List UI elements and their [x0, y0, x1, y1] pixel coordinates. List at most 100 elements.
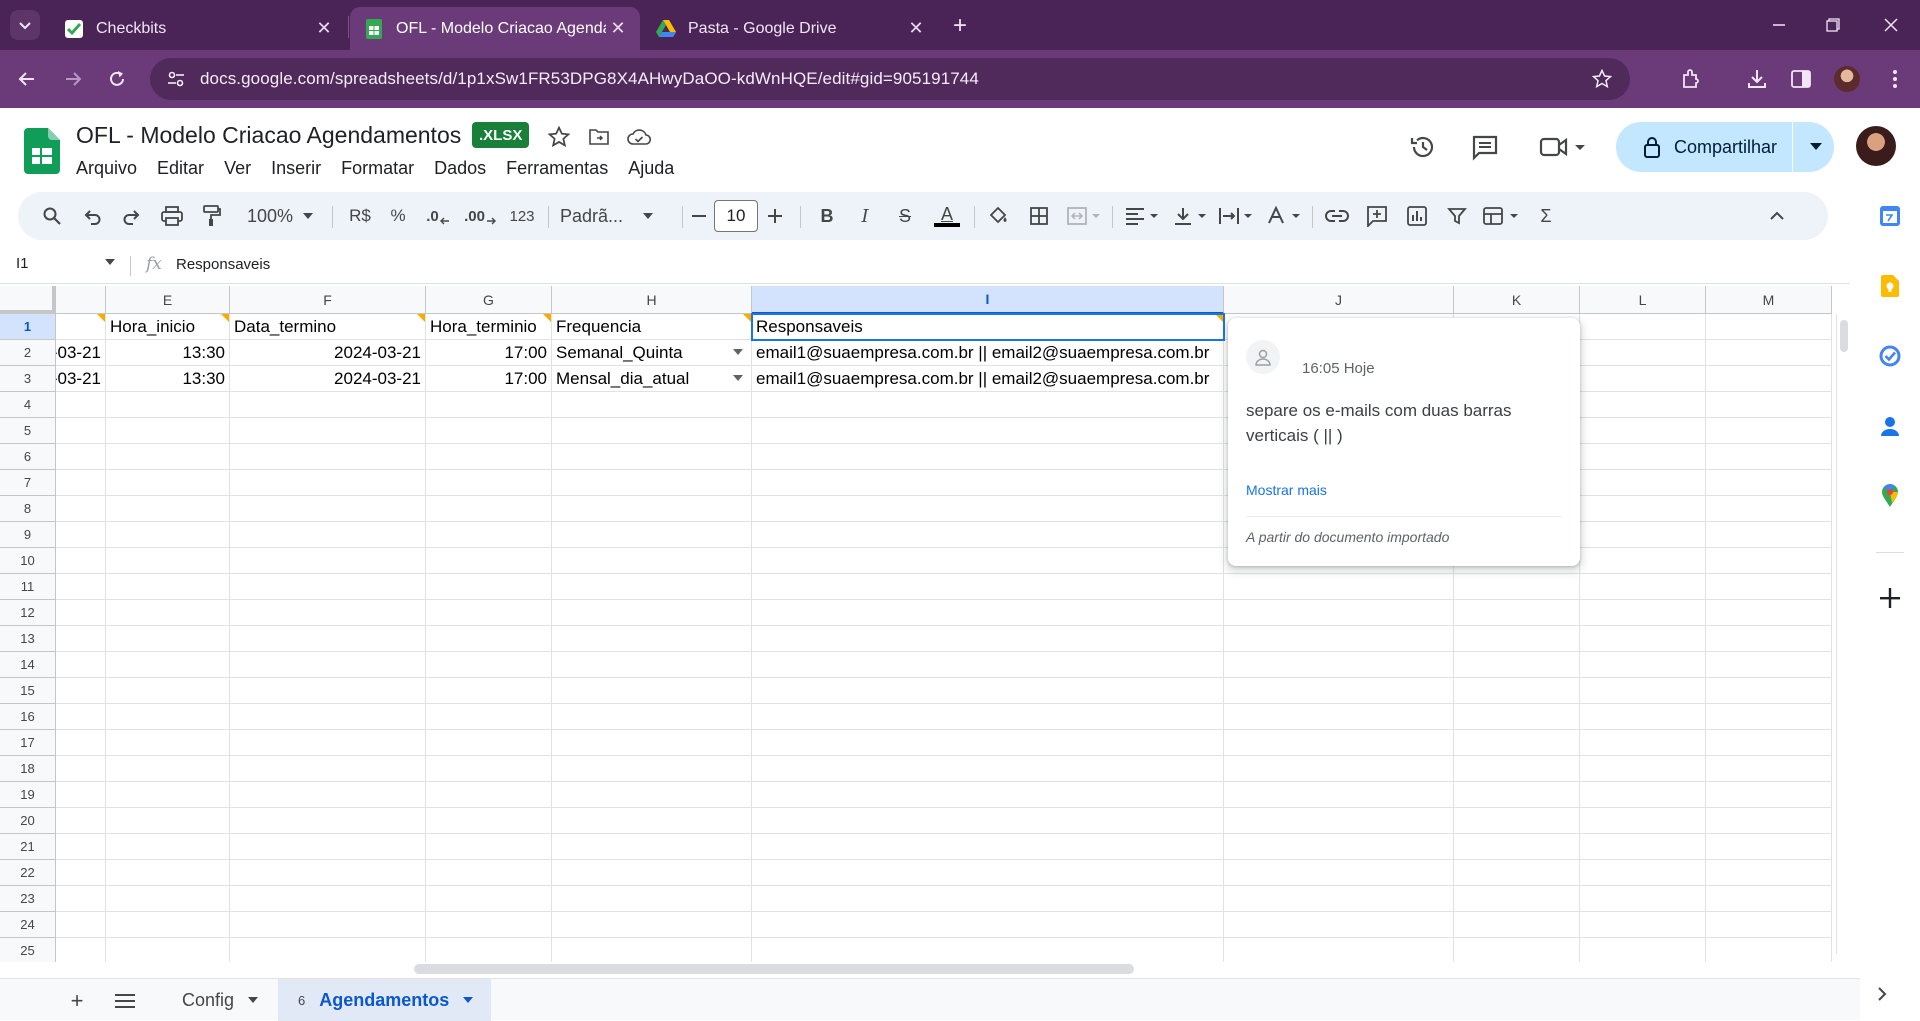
cell[interactable]: email1@suaempresa.com.br || email2@suaem…	[752, 340, 1224, 366]
cell[interactable]	[426, 600, 552, 626]
cell[interactable]	[56, 574, 106, 600]
cell[interactable]	[1454, 704, 1580, 730]
side-panel-icon[interactable]	[1786, 64, 1816, 94]
cell[interactable]	[752, 860, 1224, 886]
row-header-16[interactable]: 16	[0, 704, 56, 730]
cell[interactable]	[752, 808, 1224, 834]
cell[interactable]	[106, 782, 230, 808]
cell[interactable]	[1706, 782, 1832, 808]
redo-icon[interactable]	[118, 200, 146, 232]
column-header-m[interactable]: M	[1706, 286, 1832, 314]
cell[interactable]	[106, 678, 230, 704]
cell[interactable]	[1706, 834, 1832, 860]
show-more-link[interactable]: Mostrar mais	[1246, 482, 1327, 498]
cell[interactable]	[230, 834, 426, 860]
cell[interactable]	[552, 938, 752, 962]
cell[interactable]	[230, 756, 426, 782]
cell[interactable]	[752, 626, 1224, 652]
cell[interactable]	[56, 938, 106, 962]
row-header-10[interactable]: 10	[0, 548, 56, 574]
undo-icon[interactable]	[78, 200, 106, 232]
cell[interactable]	[230, 496, 426, 522]
functions-button[interactable]: Σ	[1532, 200, 1560, 232]
cell[interactable]	[1454, 756, 1580, 782]
cell[interactable]	[752, 652, 1224, 678]
cell[interactable]	[552, 600, 752, 626]
cell[interactable]	[1580, 418, 1706, 444]
cell[interactable]	[106, 730, 230, 756]
cell[interactable]	[552, 678, 752, 704]
increase-decimal-button[interactable]: .00	[462, 200, 498, 232]
text-color-button[interactable]: A	[932, 200, 962, 232]
row-header-21[interactable]: 21	[0, 834, 56, 860]
cell[interactable]	[106, 548, 230, 574]
borders-icon[interactable]	[1024, 200, 1054, 232]
cell[interactable]	[56, 314, 106, 340]
cell[interactable]	[1580, 756, 1706, 782]
sheet-tab-config[interactable]: Config	[164, 979, 274, 1021]
cell[interactable]	[1224, 730, 1454, 756]
cell[interactable]	[1706, 808, 1832, 834]
cell[interactable]	[752, 938, 1224, 962]
cell[interactable]	[106, 392, 230, 418]
menu-formatar[interactable]: Formatar	[341, 156, 414, 181]
cell[interactable]	[1706, 600, 1832, 626]
insert-comment-icon[interactable]	[1362, 200, 1392, 232]
menu-ferramentas[interactable]: Ferramentas	[506, 156, 608, 181]
cell[interactable]	[106, 626, 230, 652]
more-menu-icon[interactable]	[1880, 64, 1910, 94]
menu-inserir[interactable]: Inserir	[271, 156, 321, 181]
filter-views-icon[interactable]	[1480, 200, 1524, 232]
row-header-24[interactable]: 24	[0, 912, 56, 938]
column-header-f[interactable]: F	[230, 286, 426, 314]
row-header-17[interactable]: 17	[0, 730, 56, 756]
row-header-3[interactable]: 3	[0, 366, 56, 392]
cell[interactable]: email1@suaempresa.com.br || email2@suaem…	[752, 366, 1224, 392]
cell[interactable]	[552, 834, 752, 860]
maps-icon[interactable]	[1878, 484, 1902, 508]
cell[interactable]	[426, 522, 552, 548]
row-header-5[interactable]: 5	[0, 418, 56, 444]
cell[interactable]	[1706, 340, 1832, 366]
cell[interactable]	[1580, 704, 1706, 730]
search-menus-icon[interactable]	[36, 200, 68, 232]
column-header-e[interactable]: E	[106, 286, 230, 314]
dropdown-caret-icon[interactable]	[733, 375, 743, 381]
cell[interactable]	[752, 496, 1224, 522]
cell[interactable]	[1224, 782, 1454, 808]
cell[interactable]	[106, 938, 230, 962]
fill-color-icon[interactable]	[984, 200, 1014, 232]
cell[interactable]	[56, 548, 106, 574]
cell[interactable]	[56, 392, 106, 418]
tasks-icon[interactable]	[1878, 344, 1902, 368]
cell[interactable]	[426, 704, 552, 730]
cell[interactable]	[1580, 912, 1706, 938]
cell[interactable]: Semanal_Quinta	[552, 340, 752, 366]
cell[interactable]	[230, 574, 426, 600]
cell[interactable]	[426, 626, 552, 652]
cell[interactable]	[106, 418, 230, 444]
cell[interactable]	[552, 496, 752, 522]
account-avatar[interactable]	[1856, 126, 1896, 166]
cell[interactable]	[56, 522, 106, 548]
cell[interactable]	[1706, 522, 1832, 548]
increase-font-size-icon[interactable]	[764, 200, 786, 232]
cell[interactable]	[752, 418, 1224, 444]
menu-dados[interactable]: Dados	[434, 156, 486, 181]
cell[interactable]	[426, 496, 552, 522]
row-header-2[interactable]: 2	[0, 340, 56, 366]
cell[interactable]	[426, 730, 552, 756]
cell[interactable]	[230, 626, 426, 652]
star-icon[interactable]	[546, 124, 572, 150]
cell[interactable]	[230, 522, 426, 548]
cell[interactable]	[56, 626, 106, 652]
cell[interactable]	[1580, 314, 1706, 340]
cell[interactable]	[752, 782, 1224, 808]
cell[interactable]	[752, 548, 1224, 574]
forward-arrow-icon[interactable]	[58, 64, 88, 94]
cell[interactable]	[752, 678, 1224, 704]
cell[interactable]	[230, 600, 426, 626]
cell[interactable]	[106, 600, 230, 626]
horizontal-scroll-thumb[interactable]	[414, 964, 1134, 974]
download-icon[interactable]	[1742, 64, 1772, 94]
